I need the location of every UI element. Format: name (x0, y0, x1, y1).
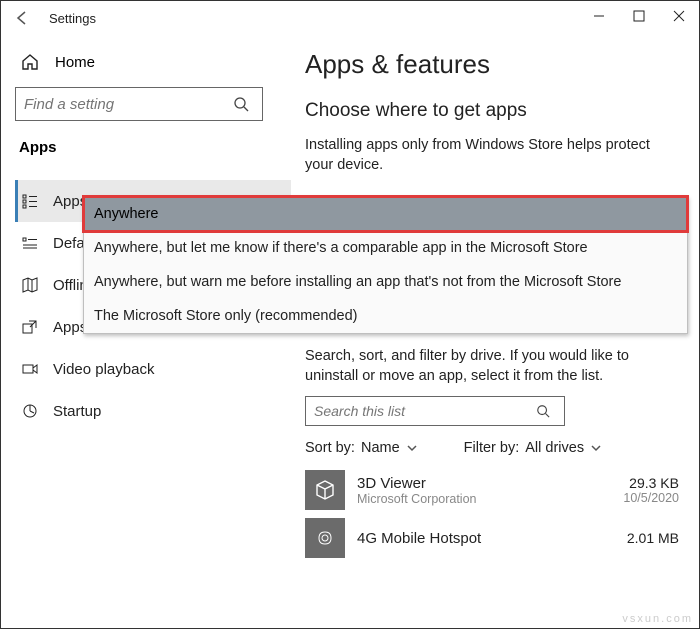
home-label: Home (55, 54, 95, 71)
maximize-button[interactable] (619, 1, 659, 31)
dropdown-option-warn[interactable]: Anywhere, but warn me before installing … (84, 265, 687, 299)
sort-by-label: Sort by: (305, 440, 355, 456)
video-icon (21, 360, 39, 378)
app-list-item[interactable]: 3D Viewer Microsoft Corporation 29.3 KB … (305, 470, 679, 510)
section-subheading: Choose where to get apps (305, 100, 679, 122)
section-description: Installing apps only from Windows Store … (305, 136, 679, 175)
nav-label: Video playback (53, 361, 154, 378)
chevron-down-icon[interactable] (406, 442, 418, 454)
find-setting-input[interactable] (15, 87, 263, 121)
nav-video-playback[interactable]: Video playback (15, 348, 291, 390)
app-name: 3D Viewer (357, 475, 611, 492)
home-icon (21, 53, 39, 71)
sort-by-value[interactable]: Name (361, 440, 400, 456)
app-list-search[interactable] (305, 396, 565, 426)
sidebar-section-title: Apps (15, 139, 291, 156)
filter-by-value[interactable]: All drives (525, 440, 584, 456)
app-list-intro: Search, sort, and filter by drive. If yo… (305, 347, 679, 386)
search-icon (233, 96, 262, 112)
nav-startup[interactable]: Startup (15, 390, 291, 432)
app-date: 10/5/2020 (623, 491, 679, 505)
defaults-icon (21, 234, 39, 252)
dropdown-option-comparable[interactable]: Anywhere, but let me know if there's a c… (84, 231, 687, 265)
map-icon (21, 276, 39, 294)
back-button[interactable] (13, 9, 31, 27)
app-icon (305, 518, 345, 558)
app-name: 4G Mobile Hotspot (357, 530, 615, 547)
app-icon (305, 470, 345, 510)
source-dropdown[interactable]: Anywhere Anywhere, but let me know if th… (83, 196, 688, 334)
list-icon (21, 192, 39, 210)
dropdown-option-anywhere[interactable]: Anywhere (84, 197, 687, 231)
dropdown-option-store-only[interactable]: The Microsoft Store only (recommended) (84, 299, 687, 333)
app-size: 2.01 MB (627, 530, 679, 546)
startup-icon (21, 402, 39, 420)
app-publisher: Microsoft Corporation (357, 492, 611, 506)
share-icon (21, 318, 39, 336)
minimize-button[interactable] (579, 1, 619, 31)
home-nav[interactable]: Home (15, 53, 291, 71)
chevron-down-icon[interactable] (590, 442, 602, 454)
search-icon (536, 404, 564, 418)
page-heading: Apps & features (305, 49, 679, 80)
nav-label: Startup (53, 403, 101, 420)
watermark: vsxun.com (622, 613, 693, 625)
close-button[interactable] (659, 1, 699, 31)
app-size: 29.3 KB (623, 475, 679, 491)
find-setting-field[interactable] (16, 96, 233, 113)
filter-by-label: Filter by: (464, 440, 520, 456)
window-title: Settings (49, 11, 96, 26)
app-list-search-field[interactable] (306, 403, 536, 419)
app-list-item[interactable]: 4G Mobile Hotspot 2.01 MB (305, 518, 679, 558)
